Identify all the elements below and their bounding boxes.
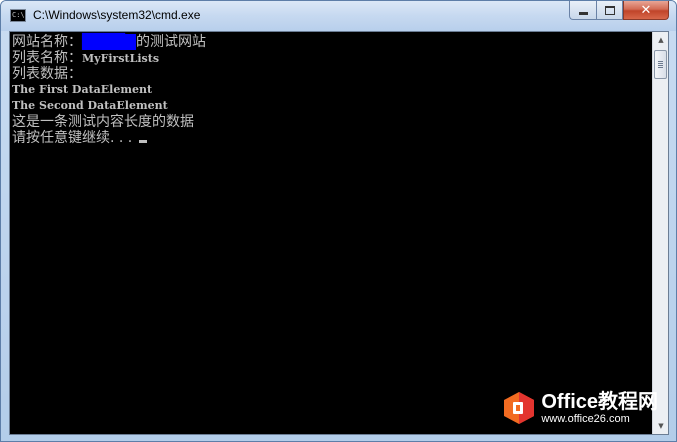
site-name-suffix: 的测试网站 — [136, 34, 206, 50]
watermark: Office教程网 www.office26.com — [501, 390, 658, 426]
watermark-brand: Office教程网 — [541, 390, 658, 413]
console-line-site-name: 网站名称：████ 的测试网站 — [12, 34, 206, 50]
console-line-list-data: 列表数据： — [12, 66, 82, 82]
console-line-press-any-key: 请按任意键继续. . . — [12, 130, 147, 146]
press-any-key-prompt: 请按任意键继续. . . — [12, 130, 137, 146]
scroll-up-arrow-icon[interactable]: ▲ — [654, 32, 668, 48]
selected-text-highlight[interactable]: ████ — [82, 34, 136, 50]
watermark-url: www.office26.com — [541, 412, 630, 425]
thumb-grip-icon — [658, 61, 663, 68]
console-client-area: 网站名称：████ 的测试网站 列表名称：MyFirstLists 列表数据： T… — [9, 31, 669, 435]
text-cursor — [138, 140, 147, 143]
window-title: C:\Windows\system32\cmd.exe — [33, 8, 201, 22]
close-button[interactable]: ✕ — [623, 1, 669, 20]
cmd-app-icon[interactable]: C:\ — [10, 9, 26, 22]
console-line-second-element: The Second DataElement — [12, 99, 168, 112]
console-line-first-element: The First DataElement — [12, 83, 153, 96]
minimize-icon — [578, 11, 588, 15]
close-icon: ✕ — [640, 2, 652, 18]
console-line-list-name: 列表名称：MyFirstLists — [12, 50, 159, 66]
vertical-scrollbar[interactable]: ▲ ▼ — [652, 32, 668, 434]
maximize-button[interactable] — [596, 1, 623, 20]
maximize-icon — [604, 5, 615, 15]
scrollbar-thumb[interactable] — [654, 50, 667, 79]
cmd-window: C:\ C:\Windows\system32\cmd.exe ✕ 网站名称：█… — [0, 0, 677, 442]
minimize-button[interactable] — [569, 1, 596, 20]
title-bar[interactable]: C:\ C:\Windows\system32\cmd.exe ✕ — [1, 1, 676, 31]
office-logo-icon — [501, 390, 537, 426]
console-line-test-content: 这是一条测试内容长度的数据 — [12, 114, 194, 130]
list-name-label: 列表名称： — [12, 50, 82, 66]
site-name-label: 网站名称： — [12, 34, 82, 50]
caption-buttons: ✕ — [569, 1, 669, 21]
console-output[interactable]: 网站名称：████ 的测试网站 列表名称：MyFirstLists 列表数据： T… — [10, 32, 652, 434]
list-name-value: MyFirstLists — [82, 52, 160, 65]
watermark-text: Office教程网 www.office26.com — [541, 391, 658, 426]
